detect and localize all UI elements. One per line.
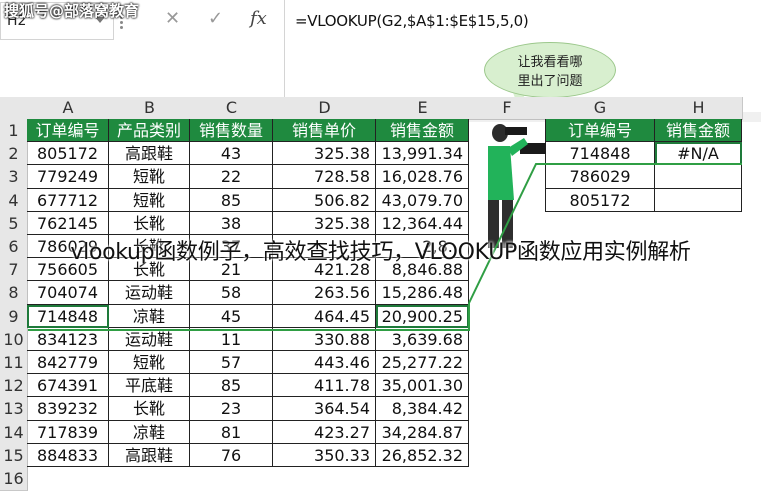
- person-body: [488, 146, 514, 200]
- watermark: 搜狐号@部落窝教育: [4, 2, 140, 20]
- image-caption: vlookup函数例子，高效查找技巧，VLOOKUP函数应用实例解析: [70, 240, 691, 265]
- binoculars-icon: [505, 127, 527, 135]
- connector-line-3: [28, 303, 470, 331]
- person-figure: [488, 124, 546, 248]
